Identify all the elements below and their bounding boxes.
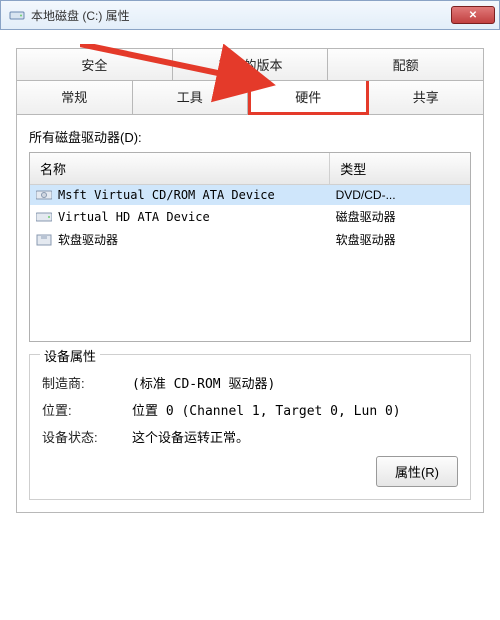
col-name[interactable]: 名称	[30, 153, 330, 184]
item-name: Virtual HD ATA Device	[58, 210, 210, 224]
hardware-panel: 所有磁盘驱动器(D): 名称 类型 Msft Virtual CD/ROM AT…	[16, 115, 484, 513]
floppy-icon	[36, 234, 52, 246]
prop-value: 这个设备运转正常。	[132, 427, 458, 446]
drives-label: 所有磁盘驱动器(D):	[29, 127, 471, 146]
prop-value: 位置 0 (Channel 1, Target 0, Lun 0)	[132, 400, 458, 419]
tab-previous-versions[interactable]: 以前的版本	[173, 48, 329, 81]
prop-location: 位置: 位置 0 (Channel 1, Target 0, Lun 0)	[42, 400, 458, 419]
drive-icon	[9, 7, 25, 23]
prop-manufacturer: 制造商: (标准 CD-ROM 驱动器)	[42, 373, 458, 392]
tab-general[interactable]: 常规	[16, 81, 133, 115]
close-icon: ✕	[469, 10, 477, 21]
tab-quota[interactable]: 配额	[328, 48, 484, 81]
list-item[interactable]: 软盘驱动器 软盘驱动器	[30, 228, 470, 251]
device-properties-group: 设备属性 制造商: (标准 CD-ROM 驱动器) 位置: 位置 0 (Chan…	[29, 354, 471, 500]
prop-label: 设备状态:	[42, 427, 132, 446]
item-name: 软盘驱动器	[58, 231, 118, 248]
prop-status: 设备状态: 这个设备运转正常。	[42, 427, 458, 446]
list-header: 名称 类型	[30, 153, 470, 185]
prop-label: 制造商:	[42, 373, 132, 392]
item-type: 磁盘驱动器	[336, 208, 464, 225]
drives-list[interactable]: 名称 类型 Msft Virtual CD/ROM ATA Device DVD…	[29, 152, 471, 342]
tab-security[interactable]: 安全	[16, 48, 173, 81]
tab-tools[interactable]: 工具	[133, 81, 249, 115]
window-title: 本地磁盘 (C:) 属性	[31, 7, 451, 24]
item-name: Msft Virtual CD/ROM ATA Device	[58, 188, 275, 202]
col-type[interactable]: 类型	[330, 153, 470, 184]
disk-icon	[36, 211, 52, 223]
watermark-icon	[414, 594, 434, 614]
cdrom-icon	[36, 189, 52, 201]
item-type: DVD/CD-...	[336, 188, 464, 202]
tab-strip: 安全 以前的版本 配额 常规 工具 硬件 共享	[16, 48, 484, 115]
group-title: 设备属性	[40, 346, 100, 365]
title-bar: 本地磁盘 (C:) 属性 ✕	[0, 0, 500, 30]
watermark-text: 系统之家	[438, 594, 494, 614]
watermark: 系统之家	[414, 594, 494, 614]
properties-button[interactable]: 属性(R)	[376, 456, 458, 487]
tab-sharing[interactable]: 共享	[369, 81, 485, 115]
list-item[interactable]: Virtual HD ATA Device 磁盘驱动器	[30, 205, 470, 228]
prop-label: 位置:	[42, 400, 132, 419]
list-item[interactable]: Msft Virtual CD/ROM ATA Device DVD/CD-..…	[30, 185, 470, 205]
tab-hardware[interactable]: 硬件	[248, 81, 369, 115]
close-button[interactable]: ✕	[451, 6, 495, 24]
prop-value: (标准 CD-ROM 驱动器)	[132, 373, 458, 392]
item-type: 软盘驱动器	[336, 231, 464, 248]
